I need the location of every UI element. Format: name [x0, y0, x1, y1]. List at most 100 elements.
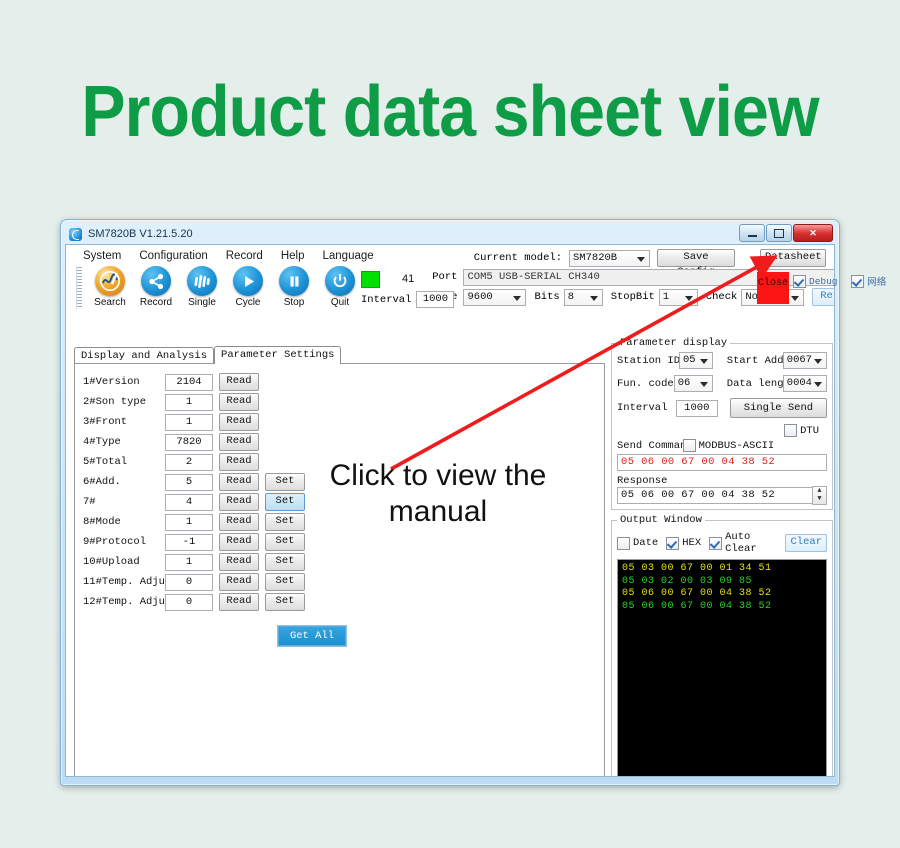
read-button[interactable]: Read	[219, 433, 259, 451]
set-button[interactable]: Set	[265, 573, 305, 591]
modbus-ascii-checkbox-box	[682, 439, 696, 452]
station-id-select[interactable]: 05	[679, 352, 713, 369]
toolbar-button-quit[interactable]: Quit	[317, 266, 363, 309]
menu-item-record[interactable]: Record	[217, 249, 272, 263]
param-value-input[interactable]: 4	[165, 493, 213, 511]
read-button[interactable]: Read	[219, 573, 259, 591]
menu-item-language[interactable]: Language	[313, 249, 382, 263]
close-annotation-label: Close	[757, 278, 788, 289]
send-command-row: Send Command MODBUS-ASCII	[617, 439, 827, 452]
tab-parameter-settings[interactable]: Parameter Settings	[214, 346, 342, 364]
interval-input-right[interactable]: 1000	[675, 399, 718, 417]
fun-code-row: Fun. code 06 Data length 0004	[617, 375, 827, 392]
date-checkbox[interactable]: Date	[617, 536, 658, 550]
toolbar-button-cycle[interactable]: Cycle	[225, 266, 271, 309]
param-value-input[interactable]: 7820	[165, 433, 213, 451]
tab-strip: Display and Analysis Parameter Settings	[74, 345, 342, 364]
right-panel: Parameter display Station ID 05 Start Ad…	[611, 337, 833, 776]
debug-checkbox[interactable]: Debug	[793, 274, 838, 288]
read-button[interactable]: Read	[219, 533, 259, 551]
read-button[interactable]: Read	[219, 553, 259, 571]
modbus-ascii-label: MODBUS-ASCII	[698, 439, 775, 452]
toolbar-label-quit: Quit	[330, 297, 350, 308]
dtu-checkbox[interactable]: DTU	[784, 424, 819, 437]
tab-display-and-analysis[interactable]: Display and Analysis	[74, 347, 215, 364]
send-command-label: Send Command	[617, 439, 693, 452]
param-value-input[interactable]: 1	[165, 513, 213, 531]
param-value-input[interactable]: -1	[165, 533, 213, 551]
read-button[interactable]: Read	[219, 453, 259, 471]
refresh-button[interactable]: Refresh	[812, 288, 834, 306]
read-button[interactable]: Read	[219, 473, 259, 491]
auto-clear-label: Auto Clear	[725, 531, 757, 555]
console-line: 05 06 00 67 00 04 38 52	[622, 588, 772, 599]
menu-item-configuration[interactable]: Configuration	[130, 249, 216, 263]
set-button[interactable]: Set	[265, 493, 305, 511]
param-value-input[interactable]: 2	[165, 453, 213, 471]
param-value-input[interactable]: 0	[165, 593, 213, 611]
table-row: 6#Add. 5 Read Set	[83, 472, 604, 492]
debug-network-checks: Debug 网络	[793, 274, 894, 291]
data-length-select[interactable]: 0004	[782, 375, 827, 392]
current-model-select[interactable]: SM7820B	[569, 249, 650, 267]
param-value-input[interactable]: 1	[165, 413, 213, 431]
param-value-input[interactable]: 1	[165, 553, 213, 571]
response-spinner[interactable]: ▲ ▼	[812, 486, 827, 505]
dtu-label: DTU	[800, 424, 819, 437]
play-icon	[233, 266, 263, 296]
set-button[interactable]: Set	[265, 513, 305, 531]
set-button[interactable]: Set	[265, 533, 305, 551]
param-name: 8#Mode	[83, 516, 121, 528]
set-button[interactable]: Set	[265, 553, 305, 571]
read-button[interactable]: Read	[219, 413, 259, 431]
minimize-button[interactable]	[739, 224, 765, 242]
network-checkbox-box	[851, 274, 865, 288]
get-all-button[interactable]: Get All	[277, 625, 347, 647]
param-value-input[interactable]: 5	[165, 473, 213, 491]
fun-code-select[interactable]: 06	[673, 375, 713, 392]
hex-checkbox[interactable]: HEX	[666, 536, 701, 550]
param-value-input[interactable]: 2104	[165, 373, 213, 391]
network-checkbox[interactable]: 网络	[851, 274, 886, 288]
close-button[interactable]: ✕	[793, 224, 833, 242]
read-button[interactable]: Read	[219, 493, 259, 511]
start-add-select[interactable]: 0067	[782, 352, 827, 369]
read-button[interactable]: Read	[219, 393, 259, 411]
output-console[interactable]: 05 03 00 67 00 01 34 51 05 03 02 00 03 0…	[617, 559, 827, 776]
menu-item-system[interactable]: System	[74, 249, 130, 263]
param-name: 3#Front	[83, 416, 128, 428]
interval-send-row: Interval 1000 Single Send	[617, 398, 827, 418]
network-label: 网络	[867, 277, 887, 288]
send-command-input[interactable]: 05 06 00 67 00 04 38 52	[617, 454, 827, 471]
single-send-button[interactable]: Single Send	[729, 398, 827, 418]
param-value-input[interactable]: 0	[165, 573, 213, 591]
modbus-ascii-checkbox[interactable]: MODBUS-ASCII	[682, 439, 775, 452]
toolbar-label-single: Single	[188, 297, 216, 308]
toolbar-button-stop[interactable]: Stop	[271, 266, 317, 309]
window-client-area: System Configuration Record Help Languag…	[65, 244, 835, 777]
read-button[interactable]: Read	[219, 593, 259, 611]
stopbit-label: StopBit	[610, 291, 655, 303]
table-row: 3#Front 1 Read	[83, 412, 604, 432]
bits-label: Bits	[534, 291, 560, 303]
maximize-button[interactable]	[766, 224, 792, 242]
interval-input[interactable]: 1000	[416, 291, 455, 308]
menu-item-help[interactable]: Help	[272, 249, 314, 263]
toolbar-label-record: Record	[139, 297, 173, 308]
auto-clear-checkbox[interactable]: Auto Clear	[709, 531, 777, 555]
toolbar-button-search[interactable]: Search	[87, 266, 133, 309]
param-value-input[interactable]: 1	[165, 393, 213, 411]
fun-code-label: Fun. code	[617, 377, 674, 390]
stopbit-select[interactable]: 1	[658, 288, 698, 306]
rate-select[interactable]: 9600	[463, 288, 527, 306]
set-button[interactable]: Set	[265, 593, 305, 611]
clear-button[interactable]: Clear	[785, 534, 827, 552]
set-button[interactable]: Set	[265, 473, 305, 491]
toolbar-grip[interactable]	[76, 267, 82, 309]
toolbar-button-record[interactable]: Record	[133, 266, 179, 309]
toolbar-button-single[interactable]: Single	[179, 266, 225, 309]
bits-select[interactable]: 8	[563, 288, 603, 306]
read-button[interactable]: Read	[219, 513, 259, 531]
read-button[interactable]: Read	[219, 373, 259, 391]
window-title-bar: SM7820B V1.21.5.20 ✕	[65, 224, 835, 244]
